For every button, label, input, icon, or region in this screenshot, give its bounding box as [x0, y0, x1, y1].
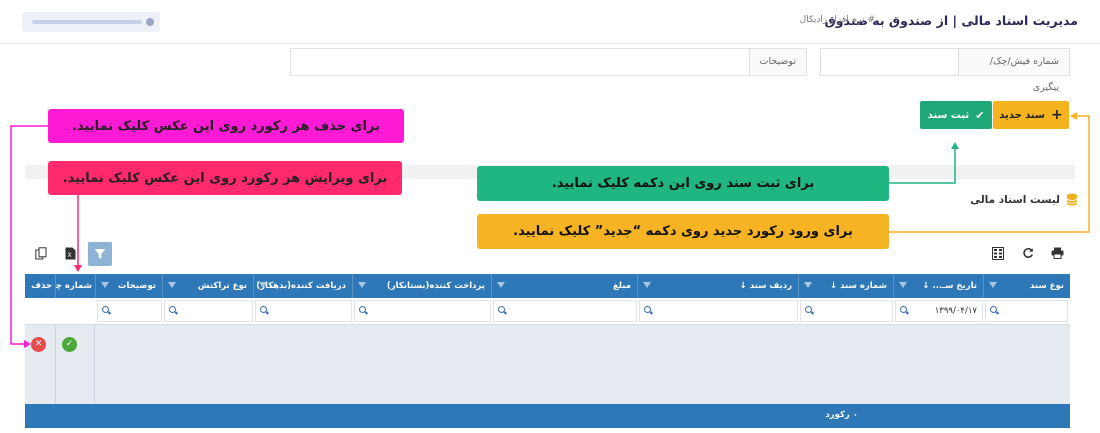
- filter-icon: [168, 282, 176, 288]
- column-header-doc-number[interactable]: شماره سند ↓: [798, 274, 893, 298]
- filter-icon: [643, 282, 651, 288]
- filter-icon: [989, 282, 997, 288]
- user-chip[interactable]: [22, 12, 160, 32]
- filter-doc-row[interactable]: [639, 300, 798, 322]
- filter-amount[interactable]: [493, 300, 637, 322]
- column-header-description[interactable]: توضیحات: [95, 274, 162, 298]
- filter-icon: [358, 282, 366, 288]
- search-icon: [990, 306, 997, 313]
- filter-icon: [101, 282, 109, 288]
- check-icon: ✔: [975, 108, 985, 122]
- filter-payer[interactable]: [354, 300, 491, 322]
- filter-doc-type[interactable]: [985, 300, 1068, 322]
- search-icon: [498, 306, 505, 313]
- documents-grid: نوع سند تاریخ سـ... ↓ شماره سند ↓ ردیف س…: [25, 274, 1070, 428]
- receipt-number-input[interactable]: [820, 48, 959, 76]
- delete-icon[interactable]: ✕: [31, 337, 46, 352]
- callout-edit: برای ویرایش هر رکورد روی این عکس کلیک نم…: [48, 161, 402, 195]
- receipt-number-label: شماره فیش/چک/پیگیری: [958, 48, 1070, 93]
- search-icon: [359, 306, 366, 313]
- search-icon: [260, 306, 267, 313]
- column-header-doc-row[interactable]: ردیف سند ↓: [637, 274, 798, 298]
- list-title: لیست اسناد مالی: [970, 194, 1060, 206]
- record-count: ۰ رکورد: [825, 410, 858, 420]
- callout-delete: برای حذف هر رکورد روی این عکس کلیک نمایی…: [48, 109, 404, 143]
- grid-header: نوع سند تاریخ سـ... ↓ شماره سند ↓ ردیف س…: [25, 274, 1070, 298]
- filter-icon: [497, 282, 505, 288]
- description-input[interactable]: [290, 48, 750, 76]
- filter-doc-date[interactable]: ۱۳۹۹/۰۴/۱۷: [895, 300, 983, 322]
- filter-transaction-type[interactable]: [164, 300, 253, 322]
- edit-icon[interactable]: ✓: [62, 337, 77, 352]
- filter-icon: [899, 282, 907, 288]
- plus-icon: +: [1050, 107, 1063, 123]
- breadcrumb[interactable]: # نرم افزار رادیکال: [800, 15, 875, 25]
- search-icon: [644, 306, 651, 313]
- svg-text:X: X: [67, 252, 71, 259]
- grid-filter-row: ۱۳۹۹/۰۴/۱۷: [25, 298, 1070, 325]
- new-document-button[interactable]: + سند جدید: [993, 101, 1069, 129]
- column-header-receiver[interactable]: دریافت کننده(بدهکار): [253, 274, 352, 298]
- callout-save: برای ثبت سند روی این دکمه کلیک نمایید.: [477, 166, 889, 201]
- refresh-icon[interactable]: [1017, 242, 1039, 264]
- column-header-transaction-type[interactable]: نوع تراکنش: [162, 274, 253, 298]
- column-header-check-number[interactable]: شماره چک: [55, 274, 95, 298]
- column-header-doc-date[interactable]: تاریخ سـ... ↓: [893, 274, 983, 298]
- search-icon: [805, 306, 812, 313]
- column-header-delete: حذف: [31, 281, 52, 291]
- filter-toggle-icon[interactable]: [88, 242, 112, 266]
- print-icon[interactable]: [1046, 242, 1068, 264]
- database-icon: [1066, 193, 1078, 206]
- column-header-amount[interactable]: مبلغ: [491, 274, 637, 298]
- user-icon: [146, 18, 154, 26]
- grid-footer: ۰ رکورد: [25, 404, 1070, 428]
- new-document-label: سند جدید: [999, 109, 1045, 121]
- save-document-button[interactable]: ✔ ثبت سند: [920, 101, 992, 129]
- search-icon: [102, 306, 109, 313]
- filter-icon: [259, 282, 267, 288]
- column-header-doc-type[interactable]: نوع سند: [983, 274, 1070, 298]
- column-header-payer[interactable]: پرداخت کننده(بستانکار): [352, 274, 491, 298]
- save-document-label: ثبت سند: [927, 109, 970, 121]
- copy-icon[interactable]: [30, 242, 52, 264]
- column-chooser-icon[interactable]: [987, 242, 1009, 264]
- description-label: توضیحات: [749, 48, 807, 76]
- search-icon: [900, 306, 907, 313]
- filter-icon: [804, 282, 812, 288]
- excel-export-icon[interactable]: X: [59, 242, 81, 264]
- filter-receiver[interactable]: [255, 300, 352, 322]
- filter-description[interactable]: [97, 300, 162, 322]
- callout-new: برای ورود رکورد جدید روی دکمه “جدید” کلی…: [477, 214, 889, 249]
- filter-doc-number[interactable]: [800, 300, 893, 322]
- search-icon: [169, 306, 176, 313]
